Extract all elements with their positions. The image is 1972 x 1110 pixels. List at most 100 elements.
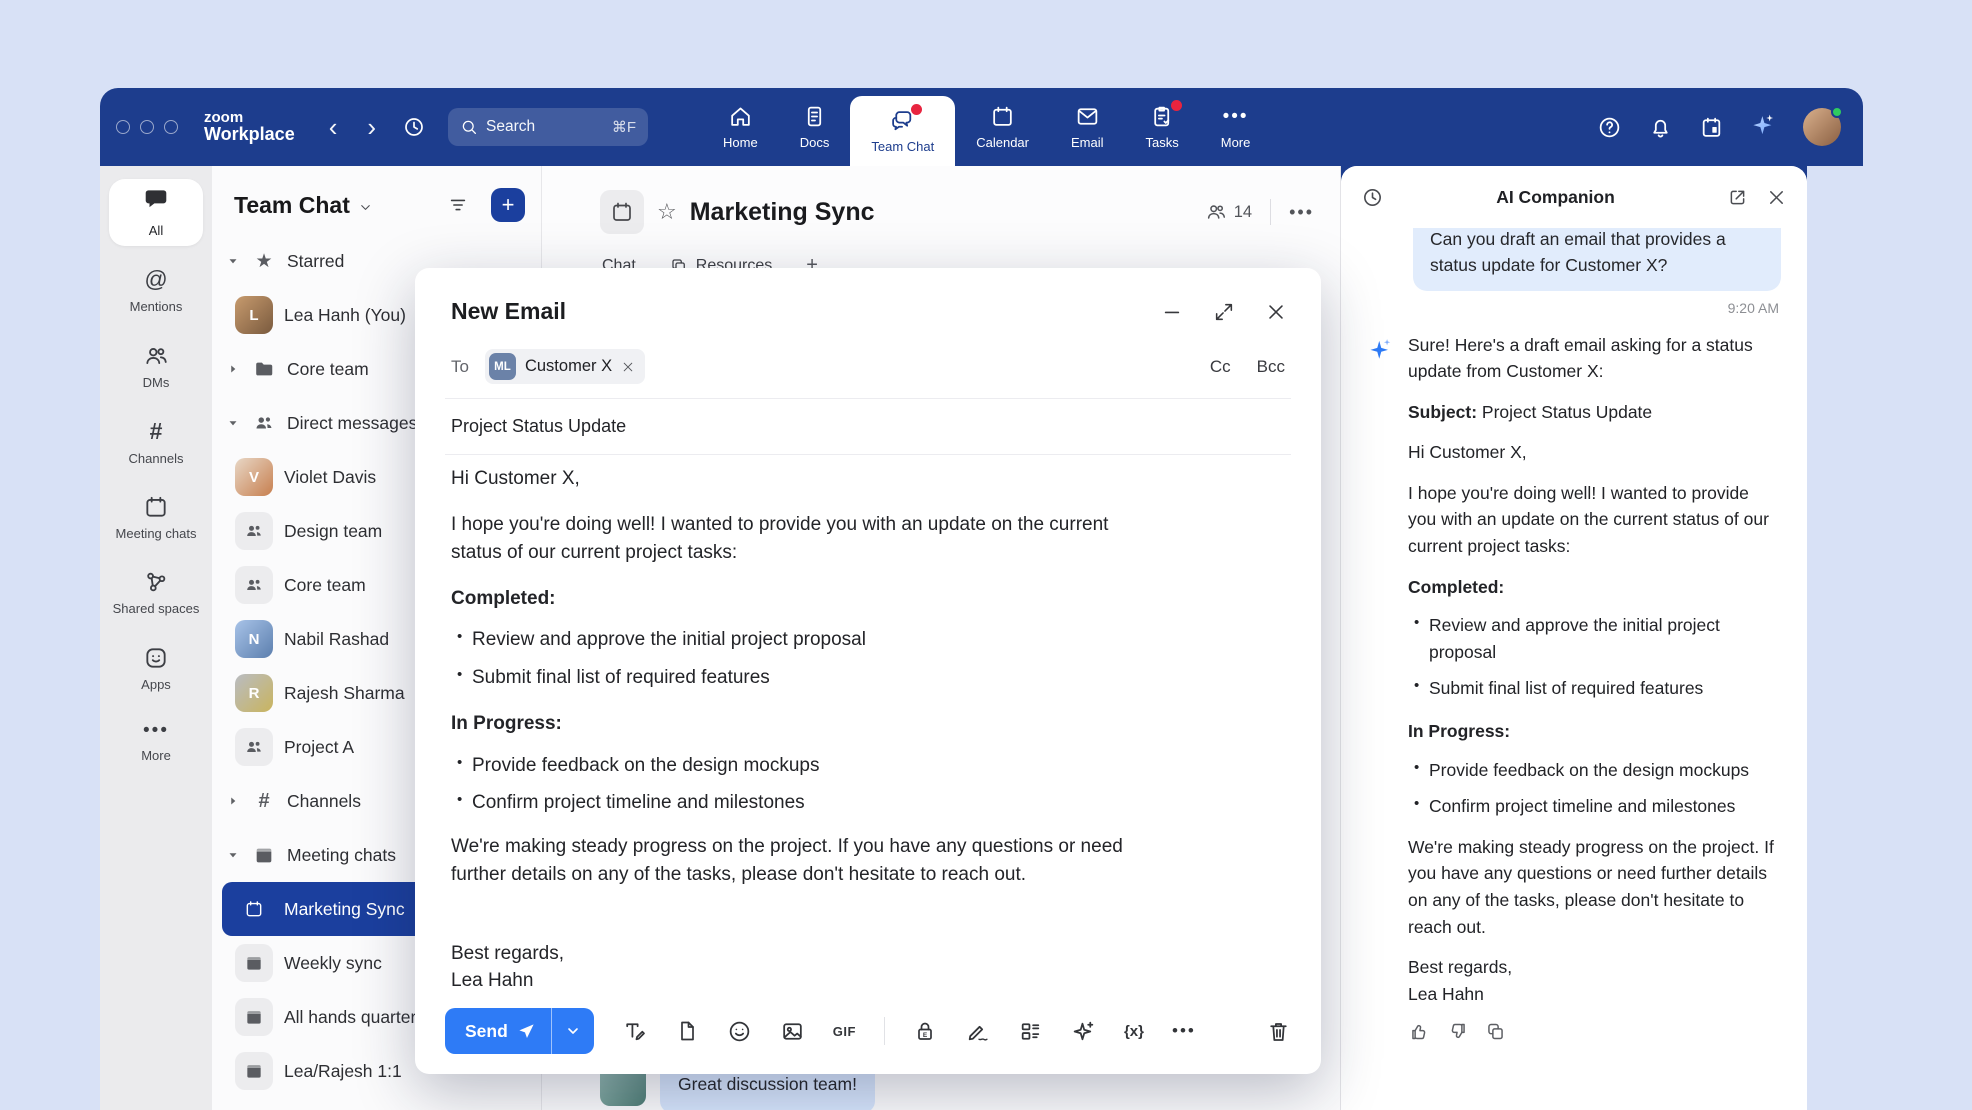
- bcc-button[interactable]: Bcc: [1257, 357, 1285, 377]
- history-icon[interactable]: [402, 115, 426, 139]
- window-controls[interactable]: [116, 120, 178, 134]
- toolbar-more-icon[interactable]: •••: [1172, 1021, 1196, 1041]
- nav-tab-label: Tasks: [1146, 135, 1179, 150]
- emoji-icon[interactable]: [727, 1019, 752, 1044]
- left-rail: All @ Mentions DMs # Channels Meeting ch…: [100, 166, 212, 1110]
- caret-down-icon[interactable]: [226, 254, 241, 268]
- filter-icon[interactable]: [447, 194, 469, 216]
- ai-response-subject: Subject: Project Status Update: [1408, 399, 1781, 426]
- rail-item-more[interactable]: ••• More: [109, 713, 203, 771]
- ai-inprogress-item: Confirm project timeline and milestones: [1408, 793, 1781, 820]
- star-outline-icon[interactable]: ☆: [657, 199, 677, 225]
- caret-down-icon[interactable]: [226, 848, 241, 862]
- ai-sparkle-icon: [1367, 332, 1397, 1043]
- forward-icon[interactable]: ›: [359, 112, 384, 143]
- rail-item-label: Mentions: [130, 299, 183, 315]
- open-external-icon[interactable]: [1727, 187, 1748, 208]
- nav-tab-docs[interactable]: Docs: [779, 88, 851, 166]
- ai-companion-panel: AI Companion Can you draft an email that…: [1341, 166, 1807, 1110]
- email-body-editor[interactable]: Hi Customer X, I hope you're doing well!…: [445, 455, 1151, 995]
- member-count[interactable]: 14: [1205, 201, 1252, 223]
- ai-companion-sparkle-icon[interactable]: [1750, 111, 1777, 143]
- recipient-chip[interactable]: ML Customer X: [485, 349, 645, 384]
- nav-tab-tasks[interactable]: Tasks: [1125, 88, 1200, 166]
- rail-item-apps[interactable]: Apps: [109, 638, 203, 700]
- rail-item-label: Shared spaces: [113, 601, 200, 617]
- shared-spaces-network-icon: [143, 569, 169, 595]
- avatar: R: [235, 674, 273, 712]
- remove-recipient-icon[interactable]: [621, 360, 635, 374]
- template-layout-icon[interactable]: [1018, 1019, 1043, 1044]
- email-closing: We're making steady progress on the proj…: [451, 833, 1145, 890]
- calendar-date-icon[interactable]: [1699, 115, 1724, 140]
- section-label: Core team: [287, 359, 369, 380]
- svg-text:E: E: [923, 1032, 928, 1039]
- code-variable-icon[interactable]: {x}: [1124, 1023, 1144, 1040]
- subject-value: Project Status Update: [1482, 402, 1652, 422]
- rail-item-mentions[interactable]: @ Mentions: [109, 259, 203, 322]
- expand-icon[interactable]: [1213, 301, 1235, 323]
- attach-file-icon[interactable]: [675, 1019, 699, 1043]
- back-icon[interactable]: ‹: [321, 112, 346, 143]
- chat-list-header: Team Chat +: [212, 166, 541, 234]
- user-avatar[interactable]: [1803, 108, 1841, 146]
- send-split-button[interactable]: Send: [445, 1008, 594, 1054]
- discard-trash-icon[interactable]: [1266, 1019, 1291, 1044]
- send-button[interactable]: Send: [445, 1008, 552, 1054]
- channel-calendar-icon: [600, 190, 644, 234]
- rail-item-shared-spaces[interactable]: Shared spaces: [109, 562, 203, 624]
- caret-down-icon[interactable]: [226, 416, 241, 430]
- nav-tab-calendar[interactable]: Calendar: [955, 88, 1050, 166]
- signature-icon[interactable]: [965, 1019, 990, 1044]
- nav-tab-home[interactable]: Home: [702, 88, 779, 166]
- window-minimize-button[interactable]: [140, 120, 154, 134]
- rail-item-channels[interactable]: # Channels: [109, 411, 203, 474]
- nav-tab-email[interactable]: Email: [1050, 88, 1125, 166]
- chat-list-title[interactable]: Team Chat: [234, 192, 350, 219]
- encryption-lock-icon[interactable]: E: [913, 1019, 937, 1043]
- ai-conversation: Can you draft an email that provides a s…: [1341, 228, 1807, 1110]
- rail-item-dms[interactable]: DMs: [109, 336, 203, 398]
- nav-tab-team-chat[interactable]: Team Chat: [850, 96, 955, 166]
- dialog-title: New Email: [451, 298, 566, 325]
- notifications-bell-icon[interactable]: [1648, 115, 1673, 140]
- cc-button[interactable]: Cc: [1210, 357, 1231, 377]
- copy-icon[interactable]: [1485, 1021, 1506, 1042]
- to-field[interactable]: To ML Customer X Cc Bcc: [451, 349, 1285, 384]
- ai-history-icon[interactable]: [1361, 186, 1384, 209]
- send-options-chevron[interactable]: [552, 1008, 594, 1054]
- window-zoom-button[interactable]: [164, 120, 178, 134]
- group-icon: [235, 512, 273, 550]
- new-chat-button[interactable]: +: [491, 188, 525, 222]
- insert-image-icon[interactable]: [780, 1019, 805, 1044]
- format-text-icon[interactable]: [622, 1019, 647, 1044]
- rail-item-all[interactable]: All: [109, 179, 203, 246]
- chat-item-label: Design team: [284, 521, 382, 542]
- minimize-icon[interactable]: [1161, 301, 1183, 323]
- avatar: V: [235, 458, 273, 496]
- thumbs-down-icon[interactable]: [1447, 1021, 1468, 1042]
- caret-right-icon[interactable]: [226, 362, 241, 376]
- gif-icon[interactable]: GIF: [833, 1024, 856, 1039]
- rail-item-meeting-chats[interactable]: Meeting chats: [109, 487, 203, 549]
- close-icon[interactable]: [1265, 301, 1287, 323]
- caret-right-icon[interactable]: [226, 794, 241, 808]
- group-icon: [235, 566, 273, 604]
- search-input[interactable]: Search ⌘F: [448, 108, 648, 146]
- email-completed-heading: Completed:: [451, 585, 1145, 614]
- subject-field[interactable]: Project Status Update: [445, 399, 1291, 454]
- navbar-right-actions: [1597, 108, 1841, 146]
- rail-more-icon: •••: [143, 720, 169, 742]
- help-icon[interactable]: [1597, 115, 1622, 140]
- section-label: Meeting chats: [287, 845, 396, 866]
- ai-compose-sparkle-icon[interactable]: [1071, 1019, 1096, 1044]
- nav-tab-more[interactable]: ••• More: [1200, 88, 1272, 166]
- ai-close-icon[interactable]: [1766, 187, 1787, 208]
- chat-item-label: Nabil Rashad: [284, 629, 389, 650]
- chevron-down-icon[interactable]: [358, 200, 373, 215]
- meeting-calendar-icon: [235, 890, 273, 928]
- star-icon: ★: [252, 252, 276, 271]
- channel-more-icon[interactable]: •••: [1289, 202, 1314, 223]
- window-close-button[interactable]: [116, 120, 130, 134]
- thumbs-up-icon[interactable]: [1409, 1021, 1430, 1042]
